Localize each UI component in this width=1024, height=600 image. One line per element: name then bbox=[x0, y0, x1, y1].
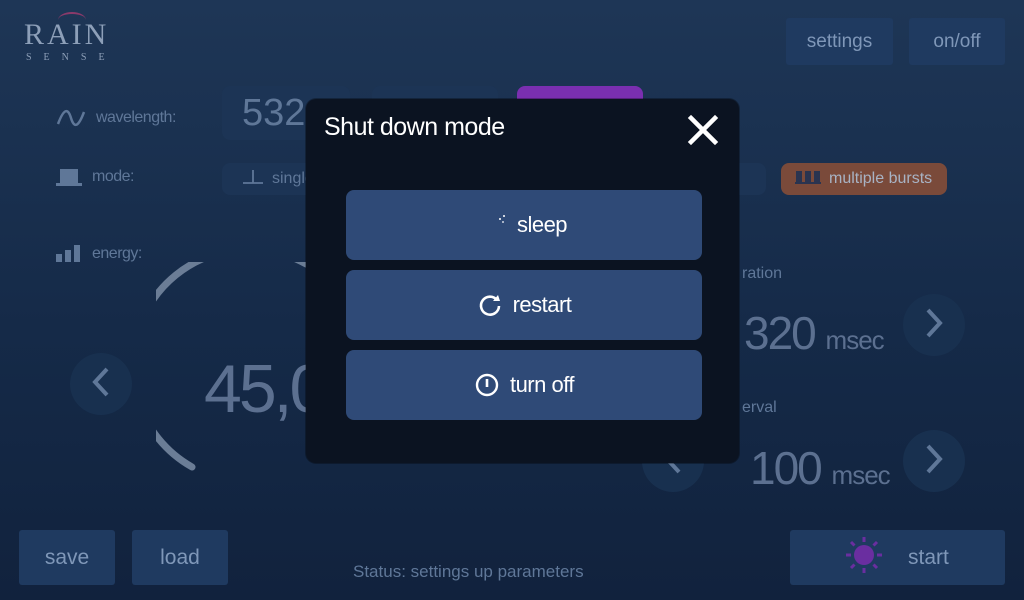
on-off-button[interactable]: on/off bbox=[909, 18, 1005, 65]
interval-value: 100 msec bbox=[750, 442, 891, 494]
multiple-bursts-icon bbox=[795, 169, 821, 190]
duration-increase-button[interactable] bbox=[903, 294, 965, 356]
rainsense-logo: RAIN SENSE bbox=[24, 12, 117, 63]
wave-icon bbox=[56, 106, 86, 130]
interval-increase-button[interactable] bbox=[903, 430, 965, 492]
turn-off-label: turn off bbox=[509, 372, 575, 397]
load-button[interactable]: load bbox=[132, 530, 228, 585]
settings-button[interactable]: settings bbox=[786, 18, 893, 65]
shut-down-modal: Shut down mode sleep restart turn off bbox=[306, 99, 739, 463]
duration-unit: msec bbox=[825, 325, 885, 355]
power-icon bbox=[474, 372, 500, 398]
signal-bars-icon bbox=[56, 244, 82, 264]
chevron-left-icon bbox=[91, 366, 111, 403]
energy-label: energy: bbox=[92, 245, 142, 262]
wavelength-row: wavelength: bbox=[56, 106, 176, 130]
start-button[interactable]: start bbox=[790, 530, 1005, 585]
sleep-label: sleep bbox=[516, 212, 568, 237]
start-label: start bbox=[908, 545, 949, 569]
single-pulse-icon bbox=[242, 168, 264, 191]
save-button[interactable]: save bbox=[19, 530, 115, 585]
moon-icon bbox=[481, 213, 507, 237]
interval-label: erval bbox=[742, 399, 777, 416]
mode-multiple-bursts-button[interactable]: multiple bursts bbox=[781, 163, 947, 195]
chevron-right-icon bbox=[924, 443, 944, 480]
energy-row: energy: bbox=[56, 244, 142, 264]
sleep-button[interactable]: sleep bbox=[346, 190, 702, 260]
modal-title: Shut down mode bbox=[324, 113, 505, 141]
duration-value: 320 msec bbox=[744, 307, 885, 359]
energy-decrease-button[interactable] bbox=[70, 353, 132, 415]
pulse-icon bbox=[56, 167, 82, 187]
close-icon bbox=[686, 114, 720, 151]
interval-unit: msec bbox=[831, 460, 891, 490]
wavelength-label: wavelength: bbox=[96, 109, 176, 126]
mode-row: mode: bbox=[56, 167, 134, 187]
restart-label: restart bbox=[512, 292, 572, 317]
status-text: Status: settings up parameters bbox=[353, 562, 584, 581]
sun-icon bbox=[844, 535, 884, 581]
turn-off-button[interactable]: turn off bbox=[346, 350, 702, 420]
chevron-right-icon bbox=[924, 307, 944, 344]
duration-label: ration bbox=[742, 265, 783, 282]
close-button[interactable] bbox=[686, 113, 720, 147]
restart-icon bbox=[477, 292, 503, 318]
restart-button[interactable]: restart bbox=[346, 270, 702, 340]
mode-label: mode: bbox=[92, 168, 134, 185]
